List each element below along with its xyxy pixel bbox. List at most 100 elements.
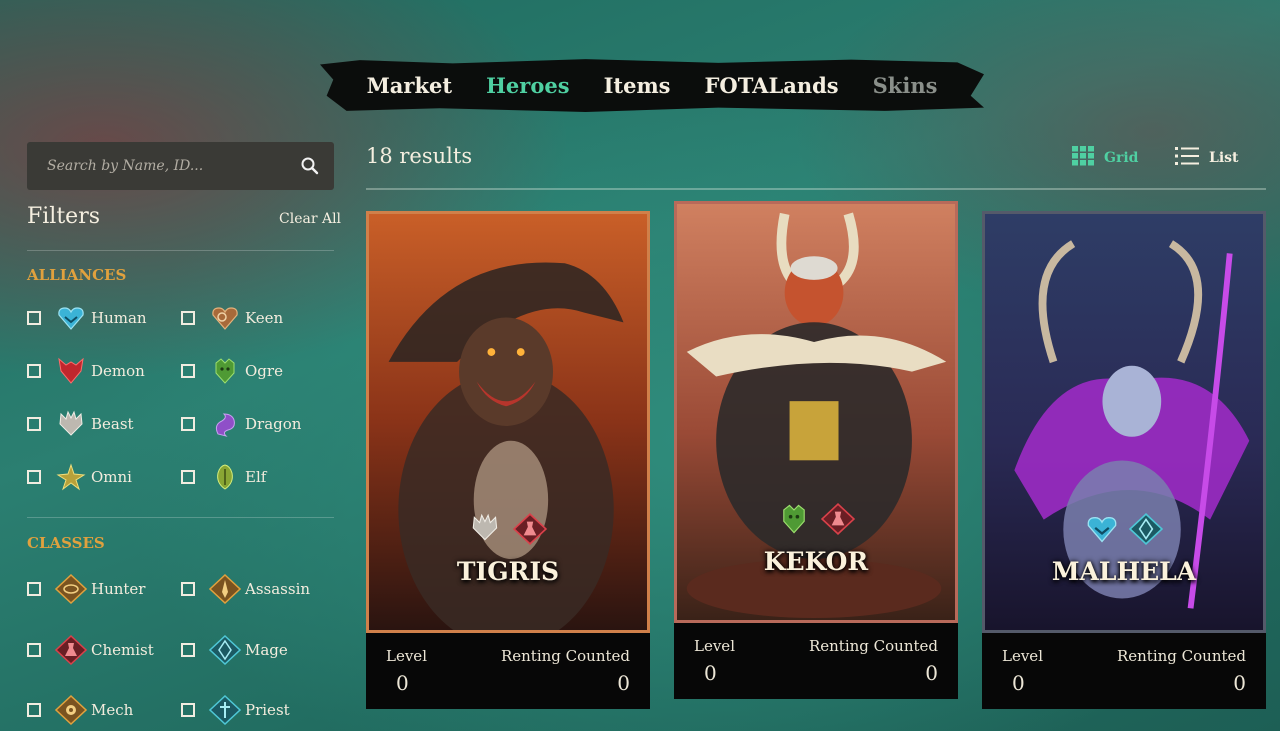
- hero-art: MALHELA: [982, 211, 1266, 633]
- checkbox[interactable]: [27, 364, 41, 378]
- hero-name: KEKOR: [763, 547, 869, 576]
- nav-market[interactable]: Market: [367, 73, 453, 98]
- filter-option-mech[interactable]: Mech: [27, 695, 133, 725]
- checkbox[interactable]: [27, 643, 41, 657]
- results-count: 18 results: [366, 144, 473, 168]
- filter-option-dragon[interactable]: Dragon: [181, 409, 301, 439]
- hunter-icon: [55, 574, 87, 604]
- nav-fotalands[interactable]: FOTALands: [705, 73, 839, 98]
- mage-icon: [209, 635, 241, 665]
- hero-art: KEKOR: [674, 201, 958, 623]
- hero-card-kekor[interactable]: KEKOR Level Renting Counted 0 0: [674, 201, 958, 699]
- renting-value: 0: [925, 661, 938, 685]
- list-view-toggle[interactable]: List: [1175, 146, 1239, 170]
- beast-icon: [472, 513, 498, 541]
- human-icon: [55, 303, 87, 333]
- beast-icon: [55, 409, 87, 439]
- renting-value: 0: [617, 671, 630, 695]
- hero-badges: [985, 512, 1263, 546]
- filter-label: Ogre: [245, 362, 283, 380]
- filter-option-human[interactable]: Human: [27, 303, 147, 333]
- hero-art: TIGRIS: [366, 211, 650, 633]
- filter-label: Human: [91, 309, 147, 327]
- checkbox[interactable]: [181, 417, 195, 431]
- filter-option-priest[interactable]: Priest: [181, 695, 290, 725]
- checkbox[interactable]: [181, 582, 195, 596]
- checkbox[interactable]: [27, 417, 41, 431]
- classes-divider: [27, 517, 334, 518]
- filter-label: Chemist: [91, 641, 154, 659]
- list-icon: [1175, 146, 1199, 170]
- search-box: [27, 142, 334, 190]
- renting-label: Renting Counted: [500, 647, 630, 665]
- filter-option-hunter[interactable]: Hunter: [27, 574, 145, 604]
- filter-label: Demon: [91, 362, 145, 380]
- mage-icon: [1129, 513, 1163, 545]
- filter-option-elf[interactable]: Elf: [181, 462, 266, 492]
- hero-card-tigris[interactable]: TIGRIS Level Renting Counted 0 0: [366, 211, 650, 709]
- grid-view-toggle[interactable]: Grid: [1072, 146, 1138, 170]
- filter-option-mage[interactable]: Mage: [181, 635, 288, 665]
- filter-label: Keen: [245, 309, 284, 327]
- search-icon[interactable]: [286, 142, 334, 190]
- filter-label: Assassin: [245, 580, 311, 598]
- filter-option-demon[interactable]: Demon: [27, 356, 145, 386]
- classes-title: CLASSES: [27, 534, 105, 552]
- mech-icon: [55, 695, 87, 725]
- checkbox[interactable]: [181, 703, 195, 717]
- filter-label: Priest: [245, 701, 290, 719]
- filters-title: Filters: [27, 204, 101, 229]
- results-divider: [366, 188, 1266, 190]
- nav-heroes[interactable]: Heroes: [486, 73, 569, 98]
- checkbox[interactable]: [27, 470, 41, 484]
- filter-option-assassin[interactable]: Assassin: [181, 574, 310, 604]
- hero-name: MALHELA: [1051, 557, 1197, 586]
- human-icon: [1087, 516, 1117, 543]
- checkbox[interactable]: [181, 311, 195, 325]
- filter-option-keen[interactable]: Keen: [181, 303, 283, 333]
- filter-label: Elf: [245, 468, 267, 486]
- checkbox[interactable]: [181, 470, 195, 484]
- dragon-icon: [209, 409, 241, 439]
- keen-icon: [209, 303, 241, 333]
- filters-divider: [27, 250, 334, 251]
- checkbox[interactable]: [181, 364, 195, 378]
- filter-option-beast[interactable]: Beast: [27, 409, 134, 439]
- level-label: Level: [386, 647, 427, 665]
- ogre-icon: [783, 504, 805, 534]
- level-label: Level: [694, 637, 735, 655]
- checkbox[interactable]: [27, 703, 41, 717]
- filter-option-ogre[interactable]: Ogre: [181, 356, 283, 386]
- hero-card-malhela[interactable]: MALHELA Level Renting Counted 0 0: [982, 211, 1266, 709]
- chemist-icon: [513, 513, 547, 545]
- clear-all-button[interactable]: Clear All: [279, 211, 341, 227]
- checkbox[interactable]: [27, 311, 41, 325]
- filter-label: Hunter: [91, 580, 146, 598]
- filter-label: Beast: [91, 415, 134, 433]
- assassin-icon: [209, 574, 241, 604]
- hero-stats: Level Renting Counted 0 0: [982, 633, 1266, 709]
- nav-skins[interactable]: Skins: [873, 73, 938, 98]
- filter-label: Mage: [245, 641, 288, 659]
- filter-label: Dragon: [245, 415, 302, 433]
- hero-stats: Level Renting Counted 0 0: [366, 633, 650, 709]
- filter-label: Mech: [91, 701, 134, 719]
- checkbox[interactable]: [27, 582, 41, 596]
- hero-stats: Level Renting Counted 0 0: [674, 623, 958, 699]
- priest-icon: [209, 695, 241, 725]
- filter-option-omni[interactable]: Omni: [27, 462, 132, 492]
- level-value: 0: [396, 671, 409, 695]
- demon-icon: [55, 356, 87, 386]
- omni-icon: [55, 462, 87, 492]
- alliances-title: ALLIANCES: [27, 266, 127, 284]
- renting-label: Renting Counted: [1116, 647, 1246, 665]
- renting-label: Renting Counted: [808, 637, 938, 655]
- grid-icon: [1072, 146, 1094, 170]
- checkbox[interactable]: [181, 643, 195, 657]
- nav-items[interactable]: Items: [604, 73, 671, 98]
- level-value: 0: [1012, 671, 1025, 695]
- search-input[interactable]: [27, 157, 286, 175]
- hero-name: TIGRIS: [456, 557, 560, 586]
- filter-option-chemist[interactable]: Chemist: [27, 635, 154, 665]
- filter-label: Omni: [91, 468, 132, 486]
